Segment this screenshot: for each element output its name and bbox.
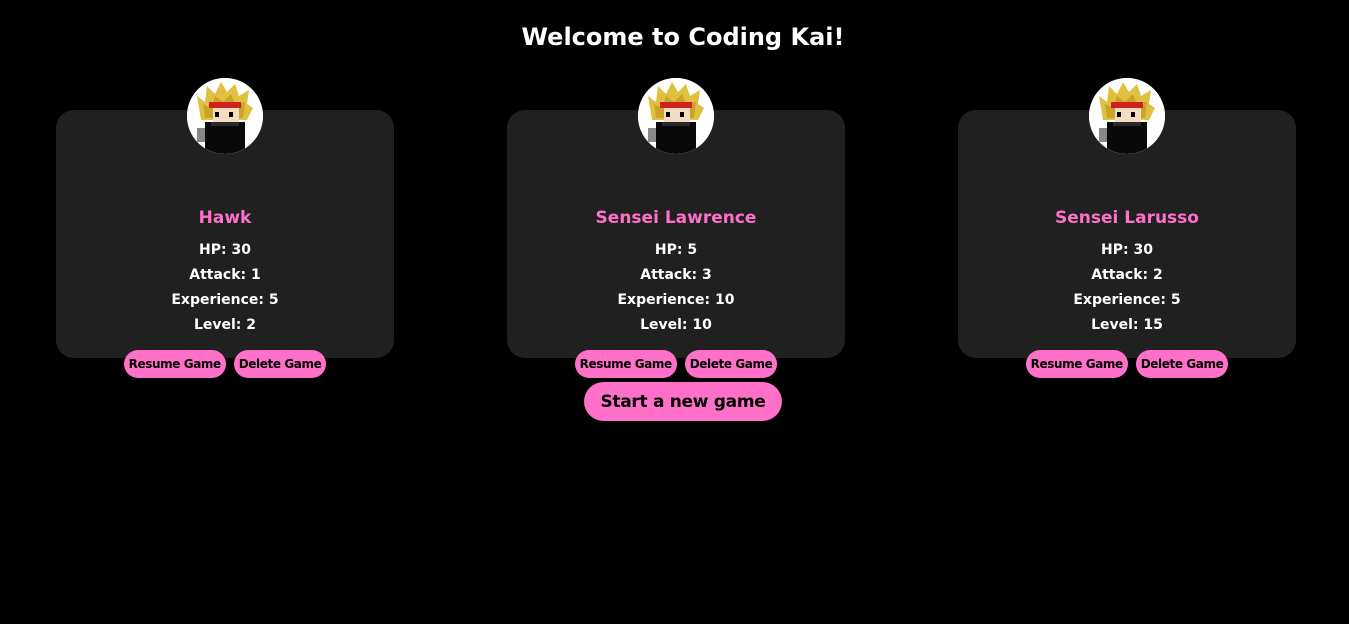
attack-stat: Attack: 3 (640, 267, 712, 283)
attack-stat: Attack: 2 (1091, 267, 1163, 283)
delete-game-button[interactable]: Delete Game (1135, 350, 1229, 378)
character-name: Hawk (198, 208, 252, 228)
character-stats: HP: 5 Attack: 3 Experience: 10 Level: 10 (507, 240, 845, 340)
character-stats: HP: 30 Attack: 2 Experience: 5 Level: 15 (958, 240, 1296, 340)
start-new-game-button[interactable]: Start a new game (584, 382, 782, 421)
character-card-wrapper: Sensei Lawrence HP: 5 Attack: 3 Experien… (507, 78, 845, 378)
attack-stat: Attack: 1 (189, 267, 261, 283)
character-card-wrapper: Sensei Larusso HP: 30 Attack: 2 Experien… (958, 78, 1296, 378)
card-actions: Resume Game Delete Game (56, 350, 394, 378)
resume-game-button[interactable]: Resume Game (1025, 350, 1128, 378)
hp-stat: HP: 30 (199, 242, 251, 258)
resume-game-button[interactable]: Resume Game (574, 350, 677, 378)
delete-game-button[interactable]: Delete Game (684, 350, 778, 378)
saved-games-list: Hawk HP: 30 Attack: 1 Experience: 5 Leve… (0, 78, 1349, 378)
character-name: Sensei Lawrence (595, 208, 757, 228)
experience-stat: Experience: 10 (617, 292, 735, 308)
card-actions: Resume Game Delete Game (958, 350, 1296, 378)
character-stats: HP: 30 Attack: 1 Experience: 5 Level: 2 (56, 240, 394, 340)
character-card-wrapper: Hawk HP: 30 Attack: 1 Experience: 5 Leve… (56, 78, 394, 378)
experience-stat: Experience: 5 (171, 292, 279, 308)
delete-game-button[interactable]: Delete Game (233, 350, 327, 378)
resume-game-button[interactable]: Resume Game (123, 350, 226, 378)
level-stat: Level: 10 (640, 317, 712, 333)
card-actions: Resume Game Delete Game (507, 350, 845, 378)
level-stat: Level: 2 (193, 317, 257, 333)
pixel-ninja-avatar-icon (638, 78, 714, 154)
hp-stat: HP: 30 (1101, 242, 1153, 258)
character-name: Sensei Larusso (1055, 208, 1199, 228)
page-title: Welcome to Coding Kai! (521, 23, 845, 51)
level-stat: Level: 15 (1091, 317, 1163, 333)
hp-stat: HP: 5 (654, 242, 698, 258)
experience-stat: Experience: 5 (1073, 292, 1181, 308)
pixel-ninja-avatar-icon (1089, 78, 1165, 154)
pixel-ninja-avatar-icon (187, 78, 263, 154)
